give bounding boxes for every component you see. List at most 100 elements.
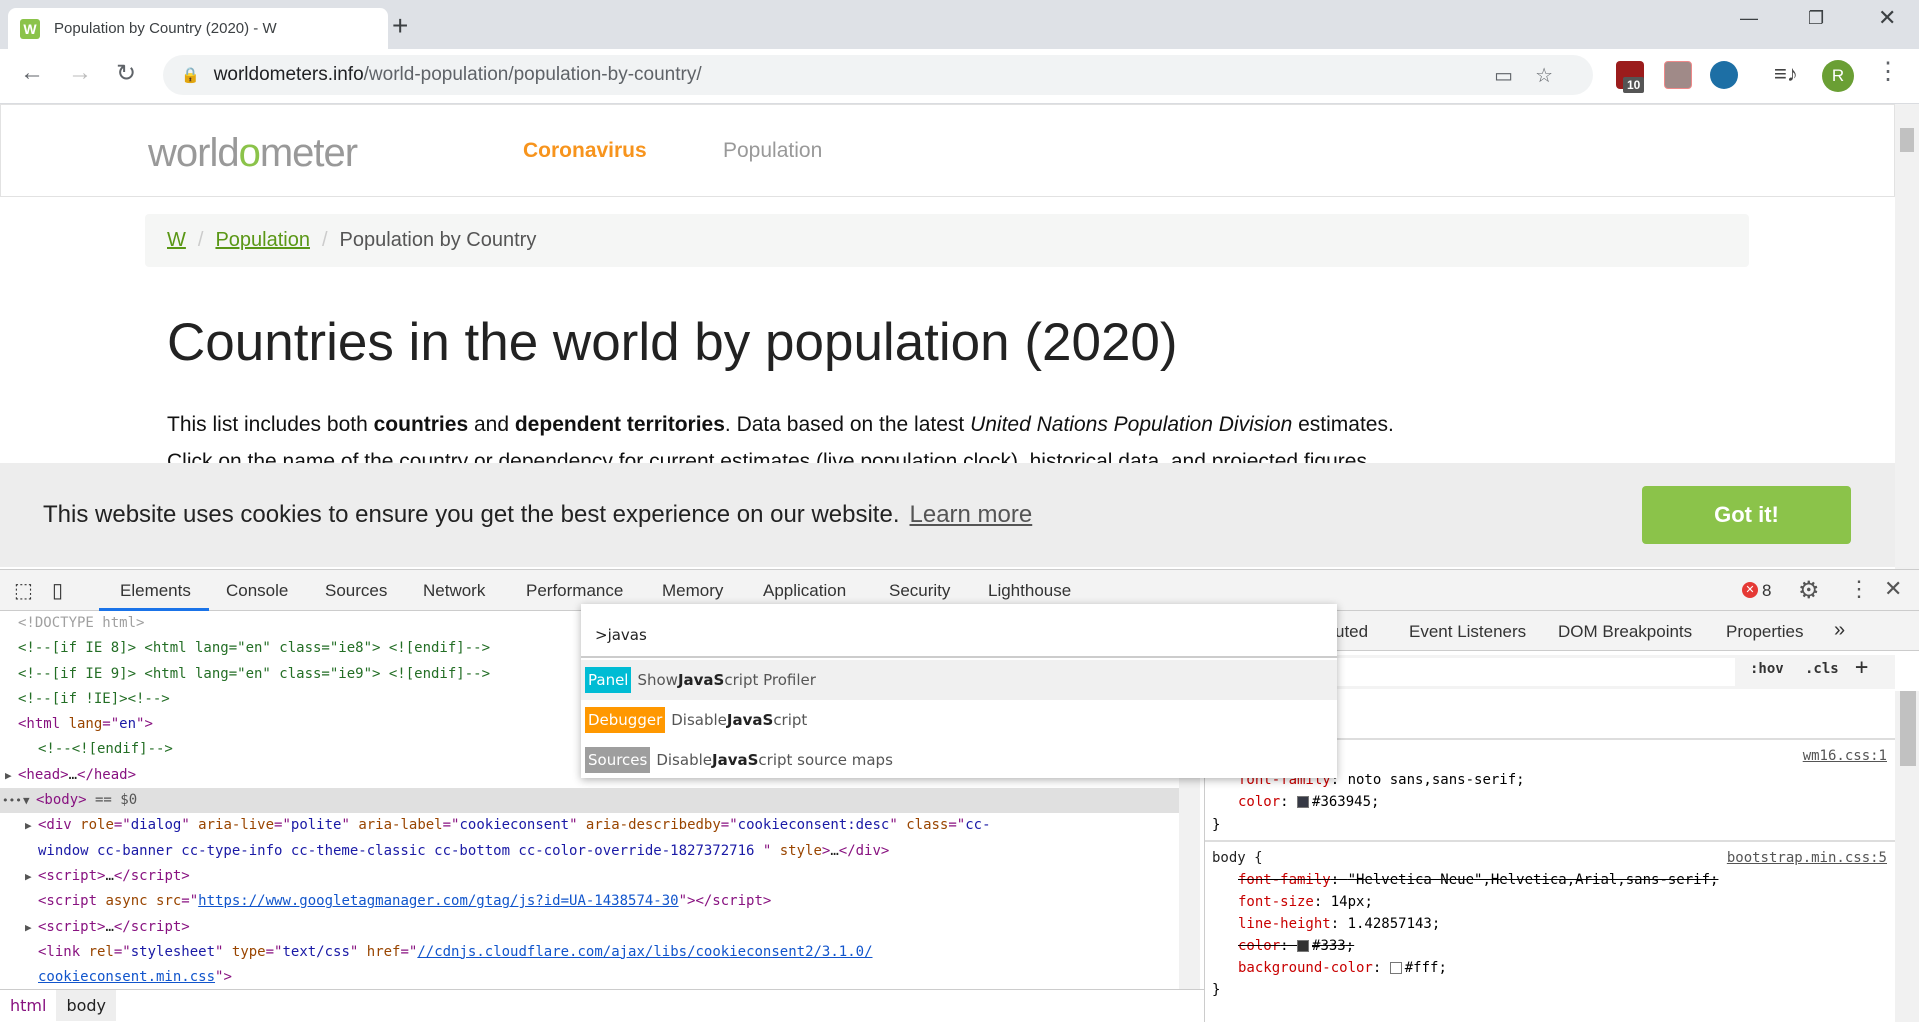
css-declaration[interactable]: background-color: #fff; bbox=[1238, 960, 1447, 976]
devtools-panel: ⬚ ▯ Elements Console Sources Network Per… bbox=[0, 569, 1919, 1022]
page-scrollbar[interactable] bbox=[1895, 104, 1919, 569]
inspect-element-icon[interactable]: ⬚ bbox=[14, 578, 33, 603]
tab-properties[interactable]: Properties bbox=[1726, 622, 1803, 642]
dom-node-line[interactable]: ▼ ••• <body> == $0 bbox=[0, 788, 1179, 814]
tab-lighthouse[interactable]: Lighthouse bbox=[988, 581, 1071, 601]
expand-arrow-icon[interactable]: ▶ bbox=[5, 763, 12, 788]
tab-event-listeners[interactable]: Event Listeners bbox=[1409, 622, 1526, 642]
code-token: … bbox=[830, 842, 839, 859]
code-token: <!--[if IE 9]> <html lang="en" class="ie… bbox=[18, 665, 491, 682]
hov-toggle[interactable]: :hov bbox=[1750, 661, 1784, 677]
expand-arrow-icon[interactable]: ▶ bbox=[25, 915, 32, 940]
menu-kebab-icon[interactable]: ⋮ bbox=[1876, 57, 1900, 86]
css-declaration[interactable]: font-family: "Helvetica Neue",Helvetica,… bbox=[1238, 872, 1718, 888]
dom-breadcrumb: html body bbox=[0, 989, 1204, 1021]
tab-dom-breakpoints[interactable]: DOM Breakpoints bbox=[1558, 622, 1692, 642]
css-declaration[interactable]: color: #363945; bbox=[1238, 794, 1379, 810]
expand-arrow-icon[interactable]: ▼ bbox=[23, 788, 30, 813]
code-token: "> bbox=[215, 969, 232, 986]
more-tabs-icon[interactable]: » bbox=[1834, 619, 1845, 642]
command-menu-input[interactable]: >javas bbox=[581, 604, 1337, 658]
dom-node-line[interactable]: cookieconsent.min.css"> bbox=[0, 965, 1179, 989]
styles-scrollbar[interactable] bbox=[1895, 691, 1919, 1022]
cookie-message: This website uses cookies to ensure you … bbox=[43, 501, 900, 528]
tab-elements[interactable]: Elements bbox=[120, 581, 191, 601]
new-tab-button[interactable]: + bbox=[392, 10, 408, 42]
close-devtools-icon[interactable]: ✕ bbox=[1884, 576, 1902, 602]
dom-node-line[interactable]: ▶ <script>…</script> bbox=[0, 864, 1179, 889]
resource-link[interactable]: https://www.googletagmanager.com/gtag/js… bbox=[198, 893, 678, 909]
code-token: " bbox=[762, 842, 780, 859]
tab-sources[interactable]: Sources bbox=[325, 581, 387, 601]
close-window-icon[interactable]: ✕ bbox=[1878, 5, 1896, 31]
minimize-icon[interactable]: — bbox=[1740, 8, 1758, 29]
media-queue-icon[interactable]: ≡♪ bbox=[1774, 61, 1798, 87]
tab-security[interactable]: Security bbox=[889, 581, 950, 601]
css-declaration[interactable]: color: #333; bbox=[1238, 938, 1354, 954]
more-options-icon[interactable]: ⋮ bbox=[1848, 576, 1870, 602]
css-declaration[interactable]: font-size: 14px; bbox=[1238, 894, 1373, 910]
code-token: role bbox=[80, 817, 114, 834]
dom-node-line[interactable]: window cc-banner cc-type-info cc-theme-c… bbox=[0, 839, 1179, 864]
restore-icon[interactable]: ❐ bbox=[1808, 8, 1824, 29]
crumb-body[interactable]: body bbox=[56, 990, 117, 1021]
crumb-html[interactable]: html bbox=[0, 990, 56, 1021]
url-host: worldometers.info bbox=[213, 64, 364, 85]
command-category-badge: Sources bbox=[585, 747, 651, 773]
expand-arrow-icon[interactable]: ▶ bbox=[25, 813, 32, 838]
code-token: <script bbox=[38, 893, 106, 910]
back-icon[interactable]: ← bbox=[20, 59, 44, 87]
code-token: stylesheet bbox=[130, 943, 216, 960]
device-toolbar-icon[interactable]: ▯ bbox=[52, 578, 63, 603]
command-menu-item[interactable]: Panel Show JavaS cript Profiler bbox=[581, 660, 1337, 700]
resource-link[interactable]: cookieconsent.min.css bbox=[38, 969, 215, 985]
browser-tab[interactable]: W Population by Country (2020) - W bbox=[8, 8, 388, 49]
error-count[interactable]: 8 bbox=[1762, 581, 1771, 601]
tab-console[interactable]: Console bbox=[226, 581, 288, 601]
dom-node-line[interactable]: <link rel="stylesheet" type="text/css" h… bbox=[0, 940, 1179, 965]
color-swatch[interactable] bbox=[1297, 940, 1310, 952]
bookmark-star-icon[interactable]: ☆ bbox=[1535, 65, 1575, 87]
error-icon[interactable]: ✕ bbox=[1742, 582, 1758, 598]
tab-computed[interactable]: uted bbox=[1335, 622, 1368, 642]
cls-toggle[interactable]: .cls bbox=[1805, 661, 1839, 677]
rule-close-brace: } bbox=[1212, 982, 1221, 998]
settings-gear-icon[interactable]: ⚙ bbox=[1798, 576, 1820, 605]
css-declaration[interactable]: line-height: 1.42857143; bbox=[1238, 916, 1440, 932]
dom-node-line[interactable]: <script async src="https://www.googletag… bbox=[0, 889, 1179, 914]
nav-coronavirus[interactable]: Coronavirus bbox=[523, 139, 647, 163]
tab-application[interactable]: Application bbox=[763, 581, 846, 601]
reload-icon[interactable]: ↻ bbox=[116, 59, 136, 88]
dom-node-line[interactable]: ▶ <script>…</script> bbox=[0, 915, 1179, 940]
code-token: " bbox=[341, 817, 359, 834]
learn-more-link[interactable]: Learn more bbox=[910, 501, 1033, 528]
tab-memory[interactable]: Memory bbox=[662, 581, 723, 601]
bootstrap-source-link[interactable]: bootstrap.min.css:5 bbox=[1727, 850, 1887, 866]
address-bar[interactable]: 🔒 worldometers.info/world-population/pop… bbox=[163, 55, 1593, 95]
breadcrumb: W / Population / Population by Country bbox=[145, 214, 1749, 267]
node-actions-icon[interactable]: ••• bbox=[2, 788, 22, 813]
command-menu-item[interactable]: Sources Disable JavaS cript source maps bbox=[581, 740, 1337, 780]
extension-badge: 10 bbox=[1623, 77, 1645, 93]
profile-avatar[interactable]: R bbox=[1822, 60, 1854, 92]
tab-performance[interactable]: Performance bbox=[526, 581, 623, 601]
breadcrumb-home[interactable]: W bbox=[167, 229, 186, 252]
expand-arrow-icon[interactable]: ▶ bbox=[25, 864, 32, 889]
pdf-extension-icon[interactable] bbox=[1664, 61, 1692, 89]
color-swatch[interactable] bbox=[1389, 962, 1402, 974]
new-style-rule-icon[interactable]: + bbox=[1855, 655, 1868, 680]
worldometer-logo[interactable]: worldometer bbox=[148, 131, 358, 176]
color-swatch[interactable] bbox=[1297, 796, 1310, 808]
resource-link[interactable]: //cdnjs.cloudflare.com/ajax/libs/cookiec… bbox=[417, 944, 872, 960]
tab-network[interactable]: Network bbox=[423, 581, 485, 601]
plus-extension-icon[interactable] bbox=[1710, 61, 1738, 89]
nav-population[interactable]: Population bbox=[723, 139, 822, 163]
got-it-button[interactable]: Got it! bbox=[1642, 486, 1851, 544]
forward-icon[interactable]: → bbox=[68, 59, 92, 87]
command-menu-item[interactable]: Debugger Disable JavaS cript bbox=[581, 700, 1337, 740]
breadcrumb-population[interactable]: Population bbox=[215, 229, 310, 252]
code-token: " bbox=[569, 817, 586, 834]
cast-icon[interactable]: ▭ bbox=[1494, 65, 1535, 87]
wm16-source-link[interactable]: wm16.css:1 bbox=[1803, 748, 1887, 764]
dom-node-line[interactable]: ▶ <div role="dialog" aria-live="polite" a… bbox=[0, 813, 1179, 838]
